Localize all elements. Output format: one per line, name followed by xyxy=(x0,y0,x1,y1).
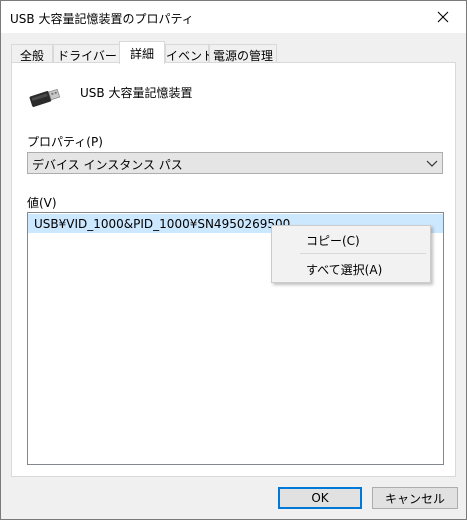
close-button[interactable] xyxy=(420,1,466,33)
tab-general-label: 全般 xyxy=(19,49,44,63)
tab-driver[interactable]: ドライバー xyxy=(53,44,121,63)
tab-events[interactable]: イベント xyxy=(165,44,214,63)
tab-general[interactable]: 全般 xyxy=(11,44,53,63)
tab-driver-label: ドライバー xyxy=(57,49,117,63)
tab-details[interactable]: 詳細 xyxy=(119,41,165,64)
tab-power-management[interactable]: 電源の管理 xyxy=(209,44,277,63)
menu-item-select-all[interactable]: すべて選択(A) xyxy=(272,255,430,281)
device-name: USB 大容量記憶装置 xyxy=(80,86,193,100)
context-menu: コピー(C) すべて選択(A) xyxy=(271,225,431,283)
ok-button[interactable]: OK xyxy=(278,487,362,509)
properties-dialog: USB 大容量記憶装置のプロパティ 全般 ドライバー 詳細 イベント 電源の管理 xyxy=(0,0,467,520)
property-dropdown[interactable]: デバイス インスタンス パス xyxy=(27,152,443,174)
menu-item-copy-label: コピー(C) xyxy=(306,234,360,248)
chevron-down-icon xyxy=(426,160,438,167)
menu-item-select-all-label: すべて選択(A) xyxy=(306,263,383,277)
window-title: USB 大容量記憶装置のプロパティ xyxy=(10,12,194,26)
tab-events-label: イベント xyxy=(166,49,215,63)
property-label: プロパティ(P) xyxy=(27,135,103,149)
cancel-button-label: キャンセル xyxy=(384,491,445,506)
title-bar[interactable]: USB 大容量記憶装置のプロパティ xyxy=(1,1,466,33)
ok-button-label: OK xyxy=(311,491,329,505)
usb-drive-icon xyxy=(29,88,61,107)
value-label: 値(V) xyxy=(27,196,57,210)
tab-details-label: 詳細 xyxy=(129,47,154,61)
tab-power-management-label: 電源の管理 xyxy=(212,49,273,63)
cancel-button[interactable]: キャンセル xyxy=(372,487,458,509)
menu-item-copy[interactable]: コピー(C) xyxy=(272,226,430,252)
menu-separator xyxy=(300,253,426,254)
close-icon xyxy=(437,11,449,23)
value-row-text: USB¥VID_1000&PID_1000¥SN4950269500 xyxy=(34,217,291,231)
property-dropdown-value: デバイス インスタンス パス xyxy=(32,158,183,172)
